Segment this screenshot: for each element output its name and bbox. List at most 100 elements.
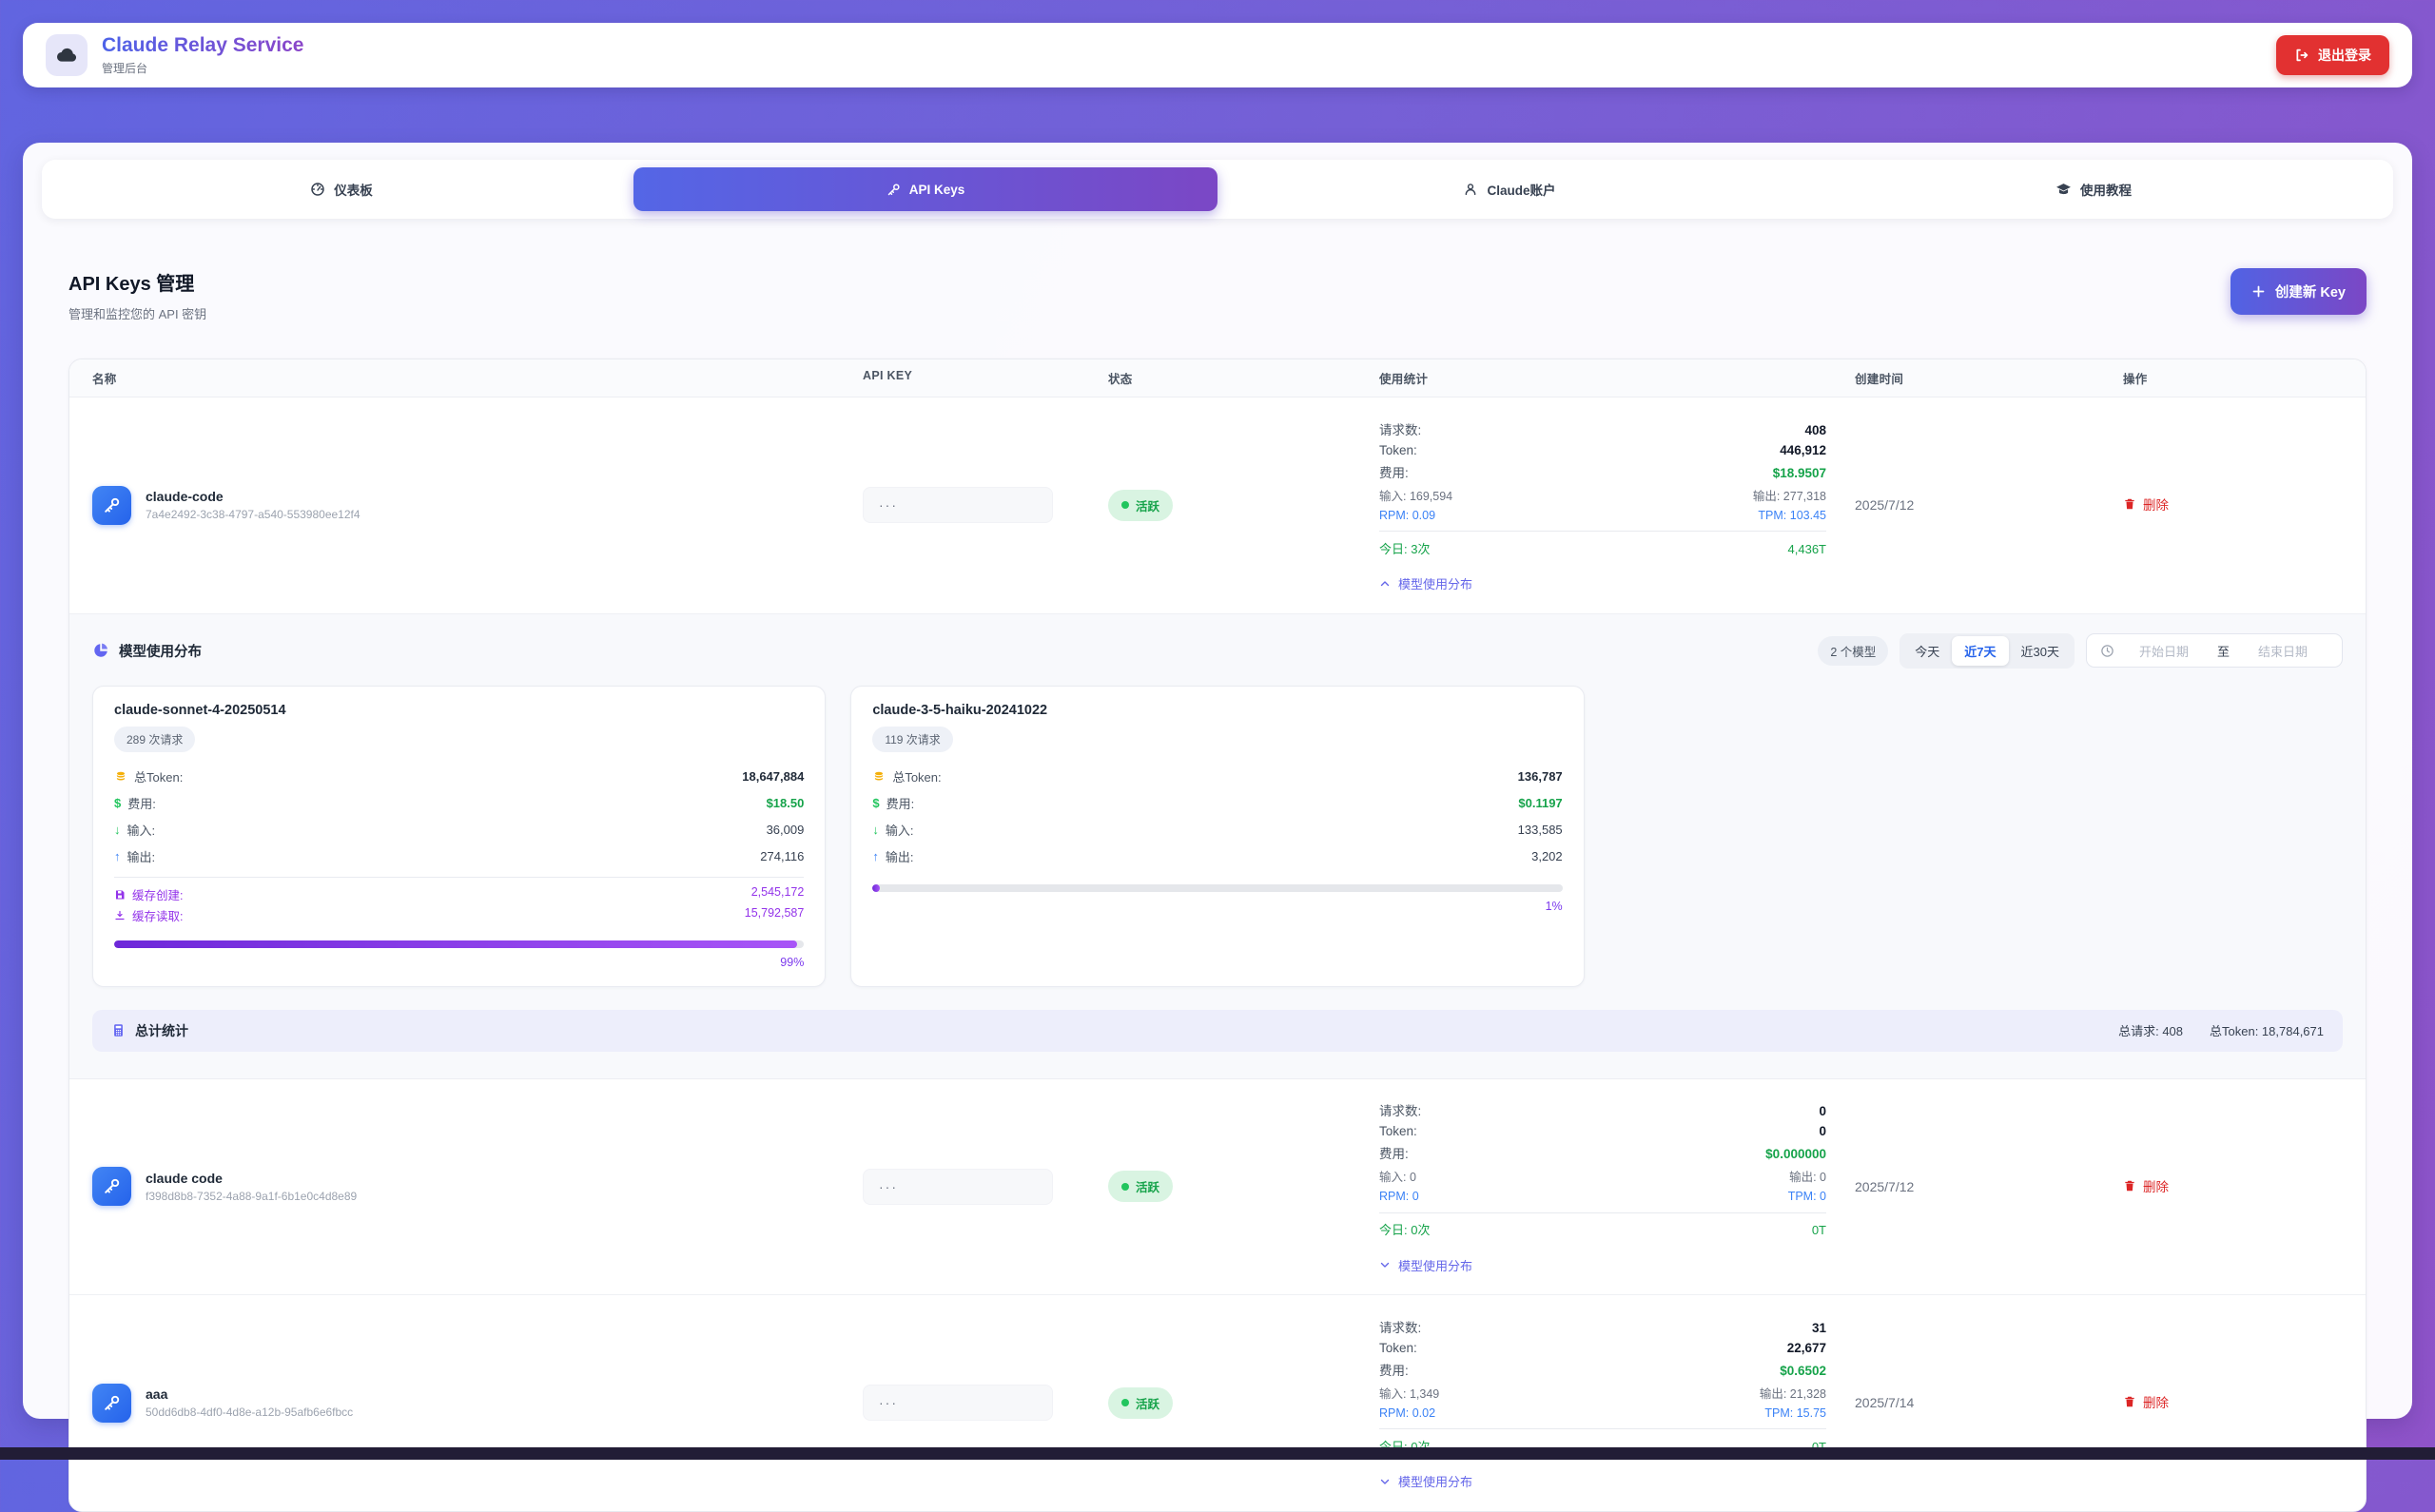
filter-last7[interactable]: 近7天 bbox=[1952, 636, 2008, 666]
key-name: claude-code bbox=[146, 489, 360, 504]
output-value: 3,202 bbox=[1531, 849, 1563, 863]
model-usage-title: 模型使用分布 bbox=[119, 641, 202, 661]
model-usage-toggle[interactable]: 模型使用分布 bbox=[1379, 1472, 1472, 1490]
delete-label: 删除 bbox=[2143, 494, 2169, 514]
key-icon bbox=[886, 183, 901, 197]
key-id: 7a4e2492-3c38-4797-a540-553980ee12f4 bbox=[146, 508, 360, 521]
api-key-masked[interactable]: ··· bbox=[863, 1169, 1053, 1205]
tab-dashboard[interactable]: 仪表板 bbox=[49, 167, 633, 211]
logout-label: 退出登录 bbox=[2318, 46, 2371, 65]
output-label: 输出: bbox=[127, 847, 156, 865]
token-label: Token: bbox=[1379, 1124, 1417, 1138]
col-usage: 使用统计 bbox=[1379, 369, 1826, 387]
time-filter: 今天 近7天 近30天 bbox=[1899, 633, 2075, 669]
totals-title: 总计统计 bbox=[135, 1021, 188, 1040]
col-api-key: API KEY bbox=[863, 369, 1108, 387]
status-badge: 活跃 bbox=[1108, 1387, 1173, 1419]
model-usage-toggle-label: 模型使用分布 bbox=[1398, 1256, 1472, 1274]
tab-dashboard-label: 仪表板 bbox=[334, 180, 373, 199]
input-value: 输入: 169,594 bbox=[1379, 486, 1452, 504]
tab-api-keys-label: API Keys bbox=[909, 183, 965, 197]
model-usage-toggle[interactable]: 模型使用分布 bbox=[1379, 1256, 1472, 1274]
stats-divider bbox=[1379, 1428, 1826, 1429]
created-date: 2025/7/14 bbox=[1826, 1395, 2112, 1410]
model-usage-toggle-label: 模型使用分布 bbox=[1398, 574, 1472, 592]
tab-api-keys[interactable]: API Keys bbox=[633, 167, 1218, 211]
total-requests: 总请求: 408 bbox=[2118, 1021, 2183, 1039]
bottom-strip bbox=[0, 1447, 2435, 1460]
user-icon bbox=[1463, 182, 1478, 197]
table-row: aaa 50dd6db8-4df0-4d8e-a12b-95afb6e6fbcc… bbox=[69, 1295, 2366, 1511]
model-usage-toggle[interactable]: 模型使用分布 bbox=[1379, 574, 1472, 592]
api-keys-table: 名称 API KEY 状态 使用统计 创建时间 操作 claude-code 7… bbox=[68, 359, 2367, 1512]
output-value: 输出: 0 bbox=[1789, 1167, 1826, 1185]
total-token-value: 136,787 bbox=[1518, 769, 1563, 784]
requests-label: 请求数: bbox=[1379, 419, 1421, 438]
trash-icon bbox=[2123, 1395, 2136, 1408]
api-key-masked[interactable]: ··· bbox=[863, 487, 1053, 523]
requests-label: 请求数: bbox=[1379, 1317, 1421, 1336]
status-badge: 活跃 bbox=[1108, 1171, 1173, 1202]
today-requests: 今日: 3次 bbox=[1379, 539, 1430, 557]
stats-divider bbox=[1379, 531, 1826, 532]
token-label: Token: bbox=[1379, 443, 1417, 457]
table-row: claude-code 7a4e2492-3c38-4797-a540-5539… bbox=[69, 397, 2366, 614]
usage-stats: 请求数:408 Token:446,912 费用:$18.9507 输入: 16… bbox=[1379, 417, 1826, 594]
rpm-value: RPM: 0.09 bbox=[1379, 509, 1435, 522]
delete-label: 删除 bbox=[2143, 1176, 2169, 1195]
cloud-icon bbox=[55, 44, 78, 67]
tab-claude-account[interactable]: Claude账户 bbox=[1218, 167, 1802, 211]
delete-button[interactable]: 删除 bbox=[2123, 1392, 2169, 1411]
input-value: 133,585 bbox=[1518, 823, 1563, 837]
model-name: claude-sonnet-4-20250514 bbox=[114, 703, 804, 718]
cost-value: $18.50 bbox=[767, 796, 805, 810]
status-dot-icon bbox=[1121, 1399, 1129, 1406]
token-value: 446,912 bbox=[1780, 443, 1826, 457]
usage-progress bbox=[872, 884, 1562, 892]
usage-stats: 请求数:0 Token:0 费用:$0.000000 输入: 0输出: 0 RP… bbox=[1379, 1098, 1826, 1276]
total-tokens: 总Token: 18,784,671 bbox=[2210, 1021, 2324, 1039]
status-label: 活跃 bbox=[1136, 496, 1159, 514]
pie-chart-icon bbox=[92, 642, 109, 659]
chevron-up-icon bbox=[1379, 578, 1391, 590]
actions-cell: 删除 bbox=[2112, 1176, 2343, 1197]
output-value: 输出: 277,318 bbox=[1753, 486, 1826, 504]
chevron-down-icon bbox=[1379, 1259, 1391, 1270]
plus-icon bbox=[2251, 284, 2266, 299]
delete-button[interactable]: 删除 bbox=[2123, 494, 2169, 514]
date-start-input[interactable]: 开始日期 bbox=[2118, 642, 2210, 660]
token-label: Token: bbox=[1379, 1341, 1417, 1355]
key-tile bbox=[92, 1167, 131, 1206]
chevron-down-icon bbox=[1379, 1476, 1391, 1487]
date-end-input[interactable]: 结束日期 bbox=[2237, 642, 2328, 660]
status-cell: 活跃 bbox=[1108, 1387, 1379, 1419]
key-name-cell: claude-code 7a4e2492-3c38-4797-a540-5539… bbox=[92, 486, 863, 525]
tab-tutorial[interactable]: 使用教程 bbox=[1802, 167, 2386, 211]
output-value: 274,116 bbox=[760, 849, 804, 863]
api-key-masked[interactable]: ··· bbox=[863, 1385, 1053, 1421]
coins-icon bbox=[872, 770, 886, 784]
status-label: 活跃 bbox=[1136, 1177, 1159, 1195]
download-icon bbox=[114, 910, 126, 921]
key-icon bbox=[103, 496, 121, 514]
cost-label: 费用: bbox=[1379, 1360, 1409, 1379]
actions-cell: 删除 bbox=[2112, 1392, 2343, 1413]
delete-button[interactable]: 删除 bbox=[2123, 1176, 2169, 1195]
page-subtitle: 管理和监控您的 API 密钥 bbox=[68, 304, 206, 322]
dollar-icon: $ bbox=[114, 796, 121, 810]
tpm-value: TPM: 15.75 bbox=[1764, 1406, 1826, 1420]
filter-last30[interactable]: 近30天 bbox=[2009, 636, 2072, 666]
filter-today[interactable]: 今天 bbox=[1902, 636, 1952, 666]
col-created: 创建时间 bbox=[1826, 369, 2112, 387]
logout-button[interactable]: 退出登录 bbox=[2276, 35, 2389, 75]
trash-icon bbox=[2123, 497, 2136, 511]
create-key-button[interactable]: 创建新 Key bbox=[2230, 268, 2367, 315]
key-name-cell: aaa 50dd6db8-4df0-4d8e-a12b-95afb6e6fbcc bbox=[92, 1384, 863, 1423]
key-icon bbox=[103, 1394, 121, 1412]
date-range-picker[interactable]: 开始日期 至 结束日期 bbox=[2086, 633, 2343, 668]
calculator-icon bbox=[111, 1023, 126, 1037]
model-count-badge: 2 个模型 bbox=[1818, 636, 1888, 666]
total-token-label: 总Token: bbox=[134, 767, 183, 785]
logout-icon bbox=[2294, 48, 2309, 63]
cache-read-value: 15,792,587 bbox=[745, 906, 805, 924]
